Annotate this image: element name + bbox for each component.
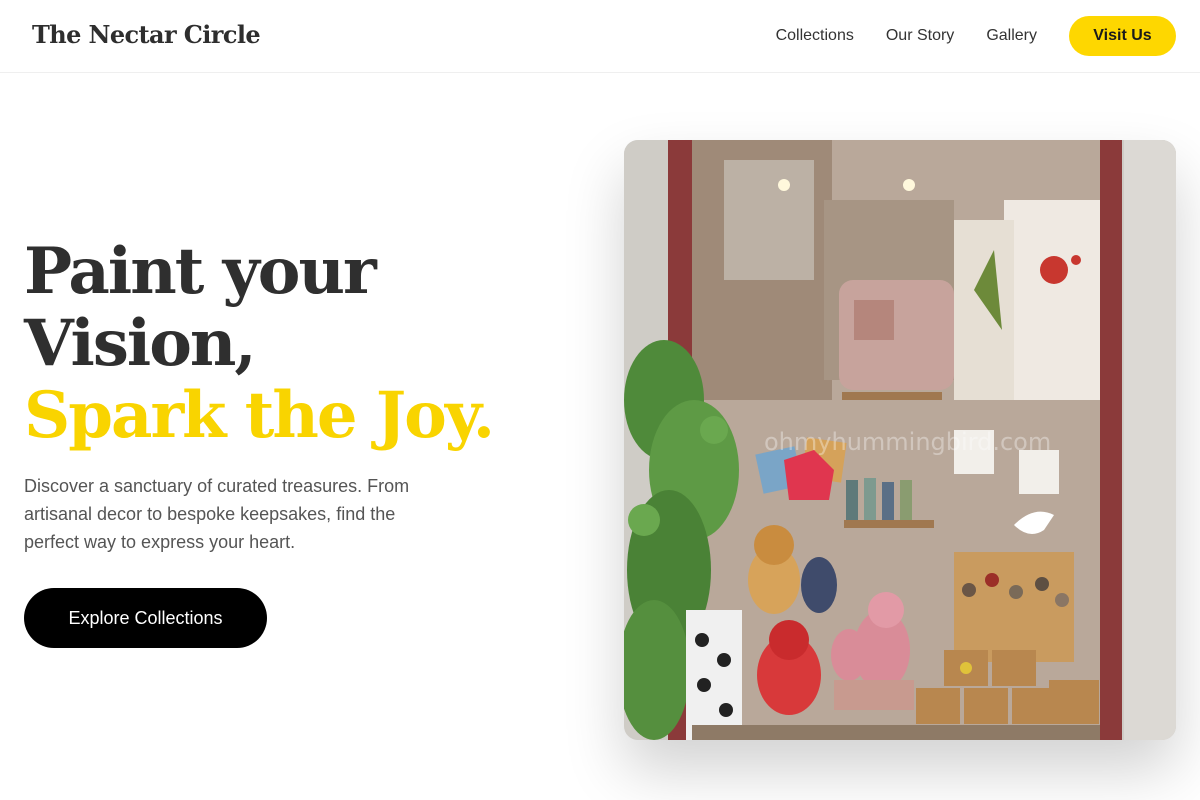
site-header: The Nectar Circle Collections Our Story …: [0, 0, 1200, 73]
visit-us-button[interactable]: Visit Us: [1069, 16, 1176, 56]
headline-line-2: Vision,: [24, 306, 257, 381]
headline-line-1: Paint your: [24, 234, 377, 309]
main-nav: Collections Our Story Gallery Visit Us: [776, 0, 1176, 72]
nav-link-our-story[interactable]: Our Story: [886, 27, 954, 45]
nav-link-collections[interactable]: Collections: [776, 27, 854, 45]
headline-accent: Spark the Joy.: [24, 378, 495, 453]
explore-collections-button[interactable]: Explore Collections: [24, 588, 267, 648]
hero-shop-window-image: ohmyhummingbird.com: [624, 140, 1176, 740]
hero-description: Discover a sanctuary of curated treasure…: [24, 476, 410, 552]
hero-headline: Paint your Vision, Spark the Joy.: [24, 236, 584, 452]
site-logo[interactable]: The Nectar Circle: [32, 20, 261, 49]
image-watermark: ohmyhummingbird.com: [764, 428, 1051, 456]
nav-link-gallery[interactable]: Gallery: [986, 27, 1037, 45]
